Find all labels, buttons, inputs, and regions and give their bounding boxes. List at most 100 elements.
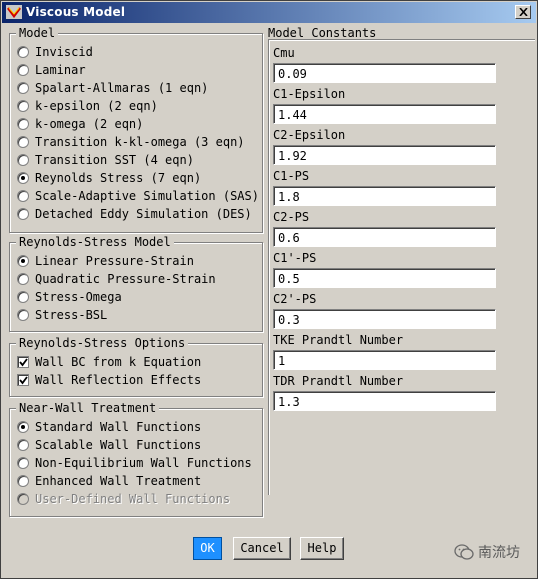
option-label: Linear Pressure-Strain xyxy=(35,254,194,268)
radio-button[interactable] xyxy=(17,46,29,58)
rs-option-checkbox-row[interactable]: Wall Reflection Effects xyxy=(17,372,201,388)
option-label: User-Defined Wall Functions xyxy=(35,492,231,506)
watermark: 南流坊 xyxy=(454,542,520,562)
model-option[interactable]: Detached Eddy Simulation (DES) xyxy=(17,206,252,222)
radio-button[interactable] xyxy=(17,255,29,267)
model-option[interactable]: k-epsilon (2 eqn) xyxy=(17,98,158,114)
model-option[interactable]: k-omega (2 eqn) xyxy=(17,116,143,132)
constant-label: C1'-PS xyxy=(273,251,317,265)
close-button[interactable] xyxy=(515,5,531,19)
model-option[interactable]: Transition k-kl-omega (3 eqn) xyxy=(17,134,245,150)
model-option[interactable]: Transition SST (4 eqn) xyxy=(17,152,194,168)
option-label: Spalart-Allmaras (1 eqn) xyxy=(35,81,209,95)
radio-button[interactable] xyxy=(17,457,29,469)
option-label: Wall Reflection Effects xyxy=(35,373,202,387)
rsm-option[interactable]: Quadratic Pressure-Strain xyxy=(17,271,216,287)
window-title: Viscous Model xyxy=(26,5,126,19)
checkbox[interactable] xyxy=(17,356,29,368)
option-label: Scalable Wall Functions xyxy=(35,438,202,452)
rsm-option[interactable]: Linear Pressure-Strain xyxy=(17,253,194,269)
constant-input[interactable]: 1.8 xyxy=(273,186,496,206)
radio-button[interactable] xyxy=(17,273,29,285)
near-wall-option[interactable]: Scalable Wall Functions xyxy=(17,437,201,453)
option-label: Standard Wall Functions xyxy=(35,420,202,434)
model-group: Model Inviscid Laminar Spalart-Allmaras (1… xyxy=(9,26,263,233)
constant-input[interactable]: 0.3 xyxy=(273,309,496,329)
constant-input[interactable]: 1.92 xyxy=(273,145,496,165)
constant-input[interactable]: 1.3 xyxy=(273,391,496,411)
radio-button xyxy=(17,493,29,505)
constant-input[interactable]: 1 xyxy=(273,350,496,370)
radio-button[interactable] xyxy=(17,136,29,148)
option-label: Wall BC from k Equation xyxy=(35,355,202,369)
constant-input[interactable]: 1.44 xyxy=(273,104,496,124)
rs-options-legend: Reynolds-Stress Options xyxy=(16,336,189,350)
model-option[interactable]: Laminar xyxy=(17,62,86,78)
radio-button[interactable] xyxy=(17,118,29,130)
model-option[interactable]: Scale-Adaptive Simulation (SAS) xyxy=(17,188,259,204)
option-label: k-epsilon (2 eqn) xyxy=(35,99,158,113)
radio-button[interactable] xyxy=(17,291,29,303)
option-label: Laminar xyxy=(35,63,86,77)
constant-input[interactable]: 0.6 xyxy=(273,227,496,247)
option-label: k-omega (2 eqn) xyxy=(35,117,144,131)
option-label: Transition SST (4 eqn) xyxy=(35,153,194,167)
radio-button[interactable] xyxy=(17,208,29,220)
rs-option-checkbox-row[interactable]: Wall BC from k Equation xyxy=(17,354,201,370)
model-legend: Model xyxy=(16,26,59,40)
wechat-icon xyxy=(454,544,474,560)
cancel-button[interactable]: Cancel xyxy=(233,537,291,560)
title-bar[interactable]: Viscous Model xyxy=(2,2,536,23)
watermark-text: 南流坊 xyxy=(478,545,520,561)
help-button[interactable]: Help xyxy=(300,537,344,560)
rsm-legend: Reynolds-Stress Model xyxy=(16,235,174,249)
option-label: Scale-Adaptive Simulation (SAS) xyxy=(35,189,259,203)
option-label: Stress-Omega xyxy=(35,290,122,304)
option-label: Enhanced Wall Treatment xyxy=(35,474,202,488)
constant-label: C2-Epsilon xyxy=(273,128,346,142)
constant-label: Cmu xyxy=(273,46,295,60)
near-wall-group: Near-Wall Treatment Standard Wall Functi… xyxy=(9,401,263,517)
near-wall-option[interactable]: Enhanced Wall Treatment xyxy=(17,473,201,489)
radio-button[interactable] xyxy=(17,82,29,94)
near-wall-legend: Near-Wall Treatment xyxy=(16,401,160,415)
checkbox[interactable] xyxy=(17,374,29,386)
rsm-option[interactable]: Stress-Omega xyxy=(17,289,122,305)
constant-label: C1-Epsilon xyxy=(273,87,346,101)
option-label: Stress-BSL xyxy=(35,308,108,322)
option-label: Non-Equilibrium Wall Functions xyxy=(35,456,252,470)
option-label: Detached Eddy Simulation (DES) xyxy=(35,207,252,221)
option-label: Transition k-kl-omega (3 eqn) xyxy=(35,135,245,149)
model-constants-title: Model Constants xyxy=(268,26,377,40)
radio-button[interactable] xyxy=(17,439,29,451)
radio-button[interactable] xyxy=(17,100,29,112)
rsm-group: Reynolds-Stress Model Linear Pressure-St… xyxy=(9,235,263,332)
constant-input[interactable]: 0.09 xyxy=(273,63,496,83)
option-label: Inviscid xyxy=(35,45,93,59)
model-option[interactable]: Inviscid xyxy=(17,44,93,60)
radio-button[interactable] xyxy=(17,172,29,184)
radio-button[interactable] xyxy=(17,64,29,76)
model-option[interactable]: Reynolds Stress (7 eqn) xyxy=(17,170,201,186)
check-icon xyxy=(19,376,28,385)
ok-button[interactable]: OK xyxy=(193,537,222,560)
constant-label: C2-PS xyxy=(273,210,310,224)
close-icon xyxy=(519,8,528,16)
near-wall-option[interactable]: Non-Equilibrium Wall Functions xyxy=(17,455,252,471)
option-label: Reynolds Stress (7 eqn) xyxy=(35,171,202,185)
radio-button[interactable] xyxy=(17,309,29,321)
rs-options-group: Reynolds-Stress Options Wall BC from k E… xyxy=(9,336,263,397)
near-wall-option: User-Defined Wall Functions xyxy=(17,491,230,507)
option-label: Quadratic Pressure-Strain xyxy=(35,272,216,286)
model-option[interactable]: Spalart-Allmaras (1 eqn) xyxy=(17,80,208,96)
constant-label: C2'-PS xyxy=(273,292,317,306)
rsm-option[interactable]: Stress-BSL xyxy=(17,307,107,323)
constant-input[interactable]: 0.5 xyxy=(273,268,496,288)
radio-button[interactable] xyxy=(17,421,29,433)
check-icon xyxy=(19,358,28,367)
radio-button[interactable] xyxy=(17,475,29,487)
constant-label: TKE Prandtl Number xyxy=(273,333,404,347)
near-wall-option[interactable]: Standard Wall Functions xyxy=(17,419,201,435)
radio-button[interactable] xyxy=(17,190,29,202)
radio-button[interactable] xyxy=(17,154,29,166)
